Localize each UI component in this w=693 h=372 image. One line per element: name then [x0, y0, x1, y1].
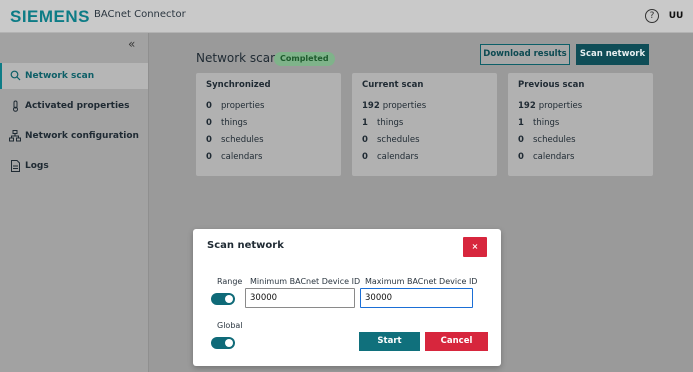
count-label: properties: [382, 101, 427, 111]
max-device-id-input[interactable]: 30000: [360, 288, 473, 308]
card-title: Synchronized: [206, 80, 271, 90]
network-icon: [9, 130, 21, 142]
global-label: Global: [217, 321, 243, 330]
sidebar-item-label: Network scan: [25, 71, 95, 81]
count-value: 192: [362, 101, 380, 111]
thermometer-icon: [9, 100, 21, 112]
count-value: 0: [206, 135, 212, 145]
count-label: calendars: [377, 152, 419, 162]
help-icon[interactable]: ?: [645, 9, 659, 23]
min-device-id-input[interactable]: 30000: [245, 288, 355, 308]
download-results-button[interactable]: Download results: [480, 44, 570, 65]
collapse-sidebar-icon[interactable]: «: [128, 37, 135, 51]
list-item: 0 calendars: [518, 152, 574, 162]
siemens-logo: SIEMENS: [10, 7, 91, 26]
count-value: 1: [518, 118, 524, 128]
card-title: Current scan: [362, 80, 424, 90]
toggle-knob: [225, 339, 233, 347]
sidebar-item-label: Network configuration: [25, 131, 139, 141]
scan-network-dialog: Scan network × Range Minimum BACnet Devi…: [193, 229, 501, 366]
count-label: schedules: [221, 135, 264, 145]
list-item: 192 properties: [518, 101, 582, 111]
list-item: 1 things: [518, 118, 559, 128]
page-title: Network scan: [196, 51, 278, 65]
list-item: 0 schedules: [518, 135, 576, 145]
count-value: 0: [206, 152, 212, 162]
previous-scan-card: Previous scan 192 properties 1 things 0 sch…: [508, 73, 653, 176]
list-item: 0 calendars: [206, 152, 262, 162]
sidebar-item-network-scan[interactable]: Network scan: [0, 63, 148, 89]
sidebar-item-logs[interactable]: Logs: [0, 153, 148, 179]
status-badge: Completed: [274, 52, 335, 66]
global-toggle[interactable]: [211, 337, 235, 349]
count-value: 1: [362, 118, 368, 128]
count-label: things: [377, 118, 404, 128]
list-item: 0 things: [206, 118, 247, 128]
max-device-id-label: Maximum BACnet Device ID: [365, 277, 478, 286]
count-value: 0: [206, 101, 212, 111]
sidebar-item-label: Logs: [25, 161, 49, 171]
count-value: 0: [206, 118, 212, 128]
count-value: 0: [362, 135, 368, 145]
count-value: 0: [362, 152, 368, 162]
count-label: calendars: [533, 152, 575, 162]
list-item: 0 properties: [206, 101, 264, 111]
count-label: calendars: [221, 152, 263, 162]
app-title: BACnet Connector: [94, 9, 186, 20]
card-title: Previous scan: [518, 80, 585, 90]
sidebar-item-activated-properties[interactable]: Activated properties: [0, 93, 148, 119]
sidebar-item-network-configuration[interactable]: Network configuration: [0, 123, 148, 149]
start-button[interactable]: Start: [359, 332, 420, 351]
count-value: 0: [518, 152, 524, 162]
count-value: 192: [518, 101, 536, 111]
close-button[interactable]: ×: [463, 237, 487, 257]
list-item: 0 schedules: [362, 135, 420, 145]
user-avatar[interactable]: UU: [667, 9, 685, 24]
min-device-id-label: Minimum BACnet Device ID: [250, 277, 361, 286]
search-icon: [9, 70, 21, 82]
count-label: schedules: [533, 135, 576, 145]
count-label: things: [533, 118, 560, 128]
list-item: 1 things: [362, 118, 403, 128]
toggle-knob: [225, 295, 233, 303]
list-item: 192 properties: [362, 101, 426, 111]
dialog-title: Scan network: [207, 240, 284, 251]
sidebar-item-label: Activated properties: [25, 101, 130, 111]
list-item: 0 calendars: [362, 152, 418, 162]
list-item: 0 schedules: [206, 135, 264, 145]
range-toggle[interactable]: [211, 293, 235, 305]
scan-network-button[interactable]: Scan network: [576, 44, 649, 65]
count-label: properties: [221, 101, 265, 111]
count-value: 0: [518, 135, 524, 145]
count-label: properties: [538, 101, 583, 111]
sidebar: « Network scan Activated properties Netw…: [0, 33, 149, 372]
range-label: Range: [217, 277, 243, 286]
current-scan-card: Current scan 192 properties 1 things 0 sche…: [352, 73, 497, 176]
cancel-button[interactable]: Cancel: [425, 332, 488, 351]
log-file-icon: [9, 160, 21, 172]
count-label: things: [221, 118, 248, 128]
count-label: schedules: [377, 135, 420, 145]
top-bar: SIEMENS BACnet Connector ? UU: [0, 0, 693, 33]
synchronized-card: Synchronized 0 properties 0 things 0 schedu…: [196, 73, 341, 176]
